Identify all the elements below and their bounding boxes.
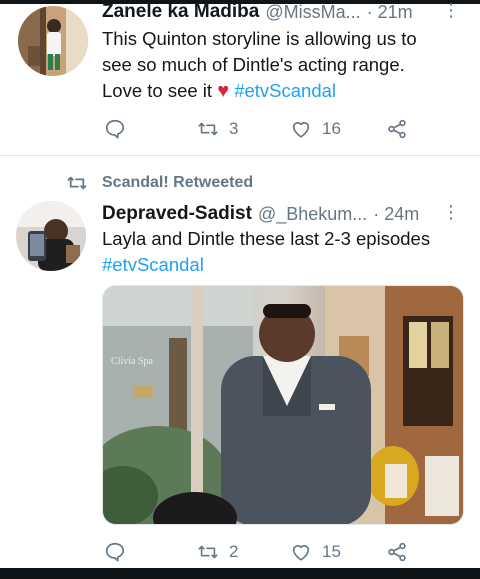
more-icon[interactable]: ⋮ bbox=[442, 0, 460, 20]
timestamp[interactable]: · 21m bbox=[367, 2, 413, 23]
tweet-media-photo[interactable]: Clivia Spa bbox=[102, 285, 464, 525]
like-count: 15 bbox=[322, 542, 341, 561]
retweet-button[interactable]: 3 bbox=[197, 116, 238, 142]
tweet-text: This Quinton storyline is allowing us to… bbox=[102, 26, 462, 104]
hashtag-link[interactable]: #etvScandal bbox=[234, 80, 336, 101]
tweet-text-line: This Quinton storyline is allowing us to bbox=[102, 28, 417, 49]
retweet-icon bbox=[67, 176, 87, 190]
reply-button[interactable] bbox=[104, 539, 136, 565]
reply-icon bbox=[105, 119, 125, 139]
timestamp[interactable]: · 24m bbox=[373, 204, 419, 225]
like-button[interactable]: 15 bbox=[290, 539, 341, 565]
retweet-button[interactable]: 2 bbox=[197, 539, 238, 565]
reply-icon bbox=[105, 542, 125, 562]
more-icon[interactable]: ⋮ bbox=[442, 202, 460, 222]
avatar-image bbox=[16, 201, 86, 271]
tweet-text-line: Love to see it ♥ #etvScandal bbox=[102, 78, 462, 104]
display-name[interactable]: Zanele ka Madiba bbox=[102, 1, 259, 23]
user-handle[interactable]: @MissMa... bbox=[265, 2, 360, 23]
share-button[interactable] bbox=[386, 116, 408, 142]
tweet-text-line: see so much of Dintle's acting range. bbox=[102, 54, 405, 75]
reply-button[interactable] bbox=[104, 116, 136, 142]
tweet-header: Depraved-Sadist @_Bhekum... · 24m bbox=[102, 202, 462, 226]
avatar-image bbox=[18, 6, 88, 76]
like-button[interactable]: 16 bbox=[290, 116, 341, 142]
retweet-count: 3 bbox=[229, 119, 239, 138]
tweet[interactable]: Zanele ka Madiba @MissMa... · 21m ⋮ This… bbox=[0, 0, 480, 155]
heart-emoji-icon: ♥ bbox=[217, 80, 230, 102]
photo-image: Clivia Spa bbox=[103, 286, 463, 524]
retweet-icon bbox=[198, 545, 218, 559]
navigation-bar-edge bbox=[0, 568, 480, 579]
tweet-text: Layla and Dintle these last 2-3 episodes… bbox=[102, 226, 462, 278]
display-name[interactable]: Depraved-Sadist bbox=[102, 203, 252, 225]
share-button[interactable] bbox=[386, 539, 408, 565]
retweet-count: 2 bbox=[229, 542, 239, 561]
avatar[interactable] bbox=[18, 6, 88, 76]
like-count: 16 bbox=[322, 119, 341, 138]
hashtag-link[interactable]: #etvScandal bbox=[102, 252, 462, 278]
tweet[interactable]: Scandal! Retweeted Depraved-Sadist @_Bhe… bbox=[0, 155, 480, 565]
user-handle[interactable]: @_Bhekum... bbox=[258, 204, 367, 225]
share-icon bbox=[388, 542, 406, 562]
tweet-text-segment: Love to see it bbox=[102, 80, 213, 101]
retweeted-by-text: Scandal! Retweeted bbox=[102, 174, 254, 191]
retweeted-by-label[interactable]: Scandal! Retweeted bbox=[66, 173, 253, 193]
like-icon bbox=[292, 122, 310, 138]
tweet-text-line: Layla and Dintle these last 2-3 episodes bbox=[102, 228, 431, 249]
share-icon bbox=[388, 119, 406, 139]
like-icon bbox=[292, 545, 310, 561]
retweet-icon bbox=[198, 122, 218, 136]
tweet-actions: 3 16 bbox=[102, 116, 414, 142]
tweet-header: Zanele ka Madiba @MissMa... · 21m bbox=[102, 0, 462, 24]
spa-sign-text: Clivia Spa bbox=[111, 356, 154, 367]
tweet-actions: 2 15 bbox=[102, 539, 414, 565]
avatar[interactable] bbox=[16, 201, 86, 271]
